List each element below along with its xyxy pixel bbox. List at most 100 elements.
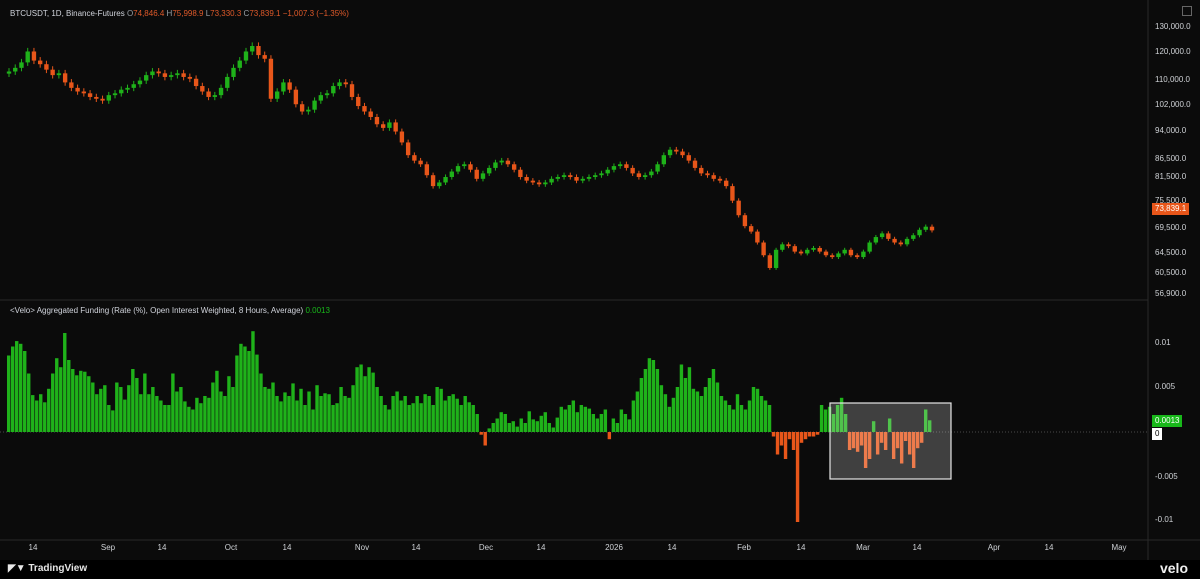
time-axis-label: 14 [912, 543, 922, 552]
candle-body [150, 71, 155, 76]
funding-bar [655, 369, 660, 432]
funding-bar [563, 409, 568, 432]
funding-bar [291, 383, 295, 432]
funding-bar [715, 382, 720, 432]
funding-bar [395, 391, 399, 432]
funding-bar [79, 370, 83, 432]
tradingview-text: TradingView [28, 563, 88, 574]
funding-bar [107, 405, 111, 432]
price-axis-label: 110,000.0 [1155, 75, 1190, 84]
funding-bar [43, 402, 47, 432]
candle-body [156, 71, 161, 74]
candle-body [449, 171, 454, 178]
candle-body [642, 175, 648, 178]
funding-bar [179, 387, 183, 432]
candle-body [418, 160, 423, 165]
candle-body [374, 116, 380, 125]
funding-bar [619, 409, 624, 432]
candle-body [674, 149, 679, 152]
funding-bar [699, 396, 704, 432]
funding-bar [255, 354, 259, 432]
funding-axis-label: -0.005 [1155, 472, 1178, 481]
candle-body [861, 251, 866, 258]
funding-bar [175, 391, 179, 432]
funding-bar [555, 417, 559, 432]
funding-bar [387, 409, 391, 432]
funding-bar [415, 396, 419, 432]
funding-bar [383, 405, 387, 432]
funding-bar [23, 351, 27, 432]
funding-bar [459, 405, 463, 432]
price-axis-label: 60,500.0 [1155, 268, 1187, 277]
chart-canvas[interactable] [0, 0, 1200, 579]
candle-body [711, 175, 716, 179]
funding-bar [583, 406, 588, 432]
candle-body [237, 60, 242, 68]
funding-bar [539, 415, 543, 432]
funding-bar [479, 432, 483, 435]
funding-bar [403, 396, 407, 432]
indicator-title[interactable]: <Velo> Aggregated Funding (Rate (%), Ope… [10, 306, 303, 315]
candle-body [705, 173, 710, 176]
funding-bar [359, 364, 363, 432]
candle-body [106, 95, 111, 101]
funding-bar [251, 331, 255, 432]
funding-bar [467, 402, 471, 432]
candle-body [462, 164, 467, 167]
funding-bar [587, 408, 592, 432]
candle-body [256, 46, 261, 56]
funding-bar [159, 400, 163, 432]
funding-bar [195, 397, 199, 432]
time-axis-label: 14 [411, 543, 421, 552]
low-value: 73,330.3 [210, 9, 242, 18]
funding-bar [147, 394, 151, 432]
funding-bar [503, 414, 507, 432]
candle-body [281, 82, 286, 92]
candle-body [100, 98, 105, 101]
funding-bar [691, 388, 696, 432]
funding-bar [135, 378, 139, 432]
price-axis-label: 102,000.0 [1155, 100, 1191, 109]
candle-body [836, 253, 841, 258]
candle-body [873, 237, 879, 243]
time-axis-label: Oct [224, 543, 238, 552]
funding-bar [447, 396, 451, 432]
candle-body [162, 73, 168, 77]
candle-body [94, 96, 99, 99]
funding-bar [759, 396, 764, 432]
candle-body [886, 233, 891, 239]
funding-bar [27, 373, 31, 432]
candle-body [112, 93, 118, 96]
settings-icon[interactable] [1182, 6, 1192, 16]
funding-bar [595, 418, 600, 432]
candle-body [37, 60, 43, 65]
candle-body [667, 149, 673, 156]
funding-bar [571, 400, 576, 432]
candle-body [524, 177, 529, 181]
candle-body [736, 200, 741, 216]
funding-bar [299, 388, 303, 432]
funding-bar [431, 405, 435, 432]
funding-bar [711, 369, 716, 432]
funding-bar [59, 367, 63, 432]
funding-bar [211, 382, 215, 432]
candle-body [25, 51, 30, 63]
tradingview-logo[interactable]: ◤▼ TradingView [8, 563, 87, 574]
candle-body [87, 93, 93, 97]
funding-bar [747, 400, 752, 432]
candle-body [904, 238, 910, 245]
funding-bar [803, 432, 808, 440]
funding-bar [487, 428, 491, 432]
funding-bar [675, 387, 680, 432]
candle-body [437, 182, 442, 187]
candle-body [805, 249, 810, 254]
funding-bar [623, 414, 628, 432]
close-value: 73,839.1 [249, 9, 281, 18]
candle-body [69, 82, 74, 88]
symbol-label[interactable]: BTCUSDT, 1D, Binance-Futures [10, 9, 125, 18]
time-axis-label: Mar [856, 543, 870, 552]
funding-bar [799, 432, 804, 443]
funding-bar [311, 409, 315, 432]
candle-body [755, 231, 760, 243]
funding-bar [375, 387, 379, 432]
